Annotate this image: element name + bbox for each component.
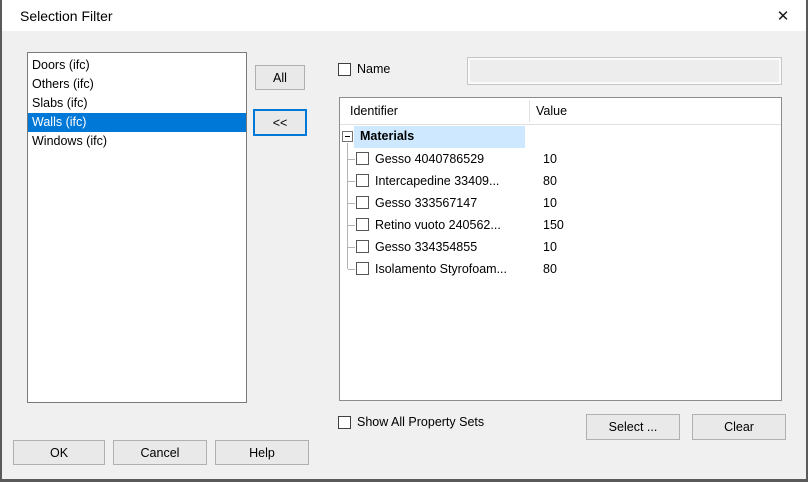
cancel-button[interactable]: Cancel [113,440,207,465]
column-header-identifier[interactable]: Identifier [350,104,398,118]
category-listbox[interactable]: Doors (ifc) Others (ifc) Slabs (ifc) Walls … [27,52,247,403]
row-checkbox[interactable] [356,262,369,275]
row-checkbox[interactable] [356,218,369,231]
row-identifier: Gesso 333567147 [375,196,477,210]
list-item-label: Others (ifc) [32,77,94,91]
all-button[interactable]: All [255,65,305,90]
clear-button[interactable]: Clear [692,414,786,440]
row-checkbox[interactable] [356,152,369,165]
tree-root-row[interactable]: Materials [340,126,781,148]
tree-row[interactable]: Intercapedine 33409... 80 [340,170,781,192]
show-all-property-sets-checkbox[interactable] [338,416,351,429]
tree-header: Identifier Value [340,98,781,125]
ok-button[interactable]: OK [13,440,105,465]
row-identifier: Intercapedine 33409... [375,174,499,188]
column-divider [529,100,530,122]
tree-line [348,269,355,270]
row-value: 10 [543,196,557,210]
tree-line [348,159,355,160]
tree-line [348,181,355,182]
tree-root-label: Materials [360,129,414,143]
tree-row[interactable]: Isolamento Styrofoam... 80 [340,258,781,280]
name-checkbox-label: Name [357,62,390,76]
title-bar: Selection Filter ✕ [2,0,806,31]
help-button[interactable]: Help [215,440,309,465]
help-button-label: Help [249,446,275,460]
dialog-title: Selection Filter [20,8,113,24]
collapse-minus-icon[interactable] [342,131,353,142]
list-item-others-ifc[interactable]: Others (ifc) [28,75,246,94]
tree-body: Materials Gesso 4040786529 10 Intercaped… [340,126,781,400]
show-all-property-sets-label: Show All Property Sets [357,415,484,429]
row-value: 80 [543,262,557,276]
tree-row[interactable]: Gesso 334354855 10 [340,236,781,258]
row-value: 10 [543,152,557,166]
tree-line [347,258,348,269]
tree-row[interactable]: Retino vuoto 240562... 150 [340,214,781,236]
clear-button-label: Clear [724,420,754,434]
all-button-label: All [273,71,287,85]
list-item-walls-ifc[interactable]: Walls (ifc) [28,113,246,132]
move-left-button[interactable]: << [253,109,307,136]
row-identifier: Isolamento Styrofoam... [375,262,507,276]
tree-line [348,203,355,204]
close-icon: ✕ [777,7,790,25]
row-value: 10 [543,240,557,254]
column-header-value[interactable]: Value [536,104,567,118]
list-item-slabs-ifc[interactable]: Slabs (ifc) [28,94,246,113]
list-item-label: Windows (ifc) [32,134,107,148]
name-checkbox[interactable] [338,63,351,76]
tree-row[interactable]: Gesso 333567147 10 [340,192,781,214]
move-left-button-label: << [273,116,288,130]
tree-row[interactable]: Gesso 4040786529 10 [340,148,781,170]
tree-line [348,225,355,226]
select-button[interactable]: Select ... [586,414,680,440]
name-input[interactable] [467,57,782,85]
list-item-doors-ifc[interactable]: Doors (ifc) [28,56,246,75]
close-button[interactable]: ✕ [760,0,806,31]
list-item-label: Walls (ifc) [32,115,86,129]
ok-button-label: OK [50,446,68,460]
row-identifier: Gesso 334354855 [375,240,477,254]
list-item-label: Doors (ifc) [32,58,90,72]
property-tree-panel[interactable]: Identifier Value Materials Gesso 4040786… [339,97,782,401]
row-identifier: Retino vuoto 240562... [375,218,501,232]
row-checkbox[interactable] [356,240,369,253]
row-checkbox[interactable] [356,196,369,209]
tree-line [348,247,355,248]
row-value: 80 [543,174,557,188]
row-identifier: Gesso 4040786529 [375,152,484,166]
row-checkbox[interactable] [356,174,369,187]
list-item-windows-ifc[interactable]: Windows (ifc) [28,132,246,151]
select-button-label: Select ... [609,420,658,434]
list-item-label: Slabs (ifc) [32,96,88,110]
row-value: 150 [543,218,564,232]
cancel-button-label: Cancel [141,446,180,460]
selection-filter-dialog: Selection Filter ✕ Doors (ifc) Others (if… [0,0,808,482]
